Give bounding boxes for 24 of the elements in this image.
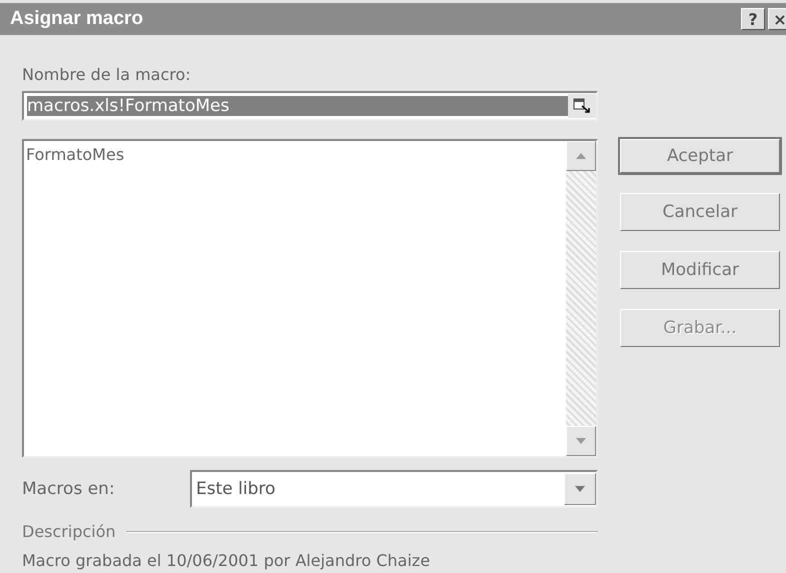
- down-arrow-icon: [575, 486, 585, 492]
- dropdown-value: Este libro: [195, 479, 276, 499]
- down-arrow-icon: [576, 438, 586, 444]
- macros-in-dropdown[interactable]: Este libro: [190, 470, 598, 508]
- up-arrow-icon: [576, 153, 586, 159]
- field-label: Nombre de la macro:: [22, 65, 192, 86]
- dialog-button[interactable]: Aceptar: [620, 139, 780, 173]
- group-label: Descripción: [22, 522, 116, 541]
- scrollbar[interactable]: [566, 141, 596, 456]
- help-button[interactable]: ?: [741, 8, 765, 30]
- scroll-up-button[interactable]: [566, 141, 596, 171]
- macro-name-field[interactable]: macros.xls!FormatoMes: [22, 91, 598, 121]
- field-value: macros.xls!FormatoMes: [27, 96, 568, 116]
- close-button[interactable]: ×: [768, 8, 786, 30]
- collapse-button[interactable]: [568, 94, 596, 118]
- dialog-button[interactable]: Modificar: [620, 251, 780, 289]
- scroll-down-button[interactable]: [566, 426, 596, 456]
- dialog-button[interactable]: Cancelar: [620, 193, 780, 231]
- dropdown-button[interactable]: [564, 473, 596, 505]
- field-label: Macros en:: [22, 479, 116, 499]
- list-item[interactable]: FormatoMes: [26, 145, 564, 169]
- description-text: Macro grabada el 10/06/2001 por Alejandro Chaize: [22, 551, 432, 570]
- window-title: Asignar macro: [10, 8, 144, 30]
- collapse-icon: [573, 98, 591, 114]
